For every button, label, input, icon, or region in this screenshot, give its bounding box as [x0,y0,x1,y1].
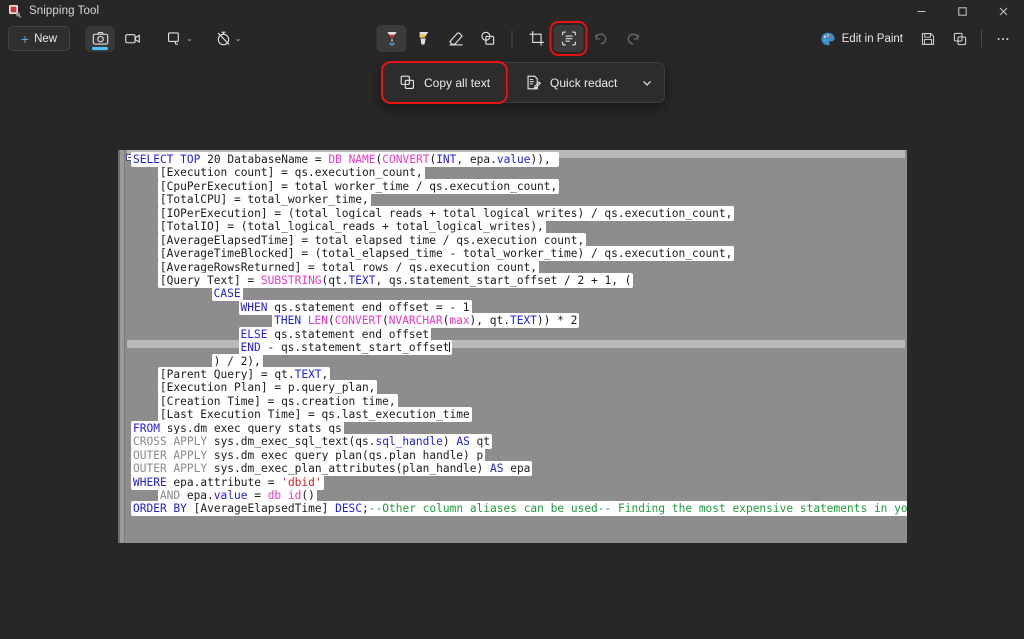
sql-code-block: SELECT TOP 20 DatabaseName = DB_NAME(CON… [118,152,907,517]
crop-button[interactable] [522,25,552,52]
right-separator [981,30,982,47]
code-line: SELECT TOP 20 DatabaseName = DB_NAME(CON… [118,152,907,167]
code-line-text: THEN LEN(CONVERT(NVARCHAR(max), qt.TEXT)… [272,313,580,329]
code-line: ORDER BY [AverageElapsedTime] DESC;--Oth… [118,501,907,517]
capture-mode-group [85,25,147,52]
code-line-text: [AverageTimeBlocked] = (total_elapsed_ti… [157,246,735,262]
snipped-image-canvas[interactable]: SELECT TOP 20 DatabaseName = DB_NAME(CON… [118,150,907,543]
code-line-text: END - qs.statement_start_offset [238,340,453,356]
chevron-down-icon [643,80,652,86]
command-bar-left: + New ⌄ ⌄ [0,25,247,52]
undo-button[interactable] [586,25,616,52]
text-actions-flyout: Copy all text Quick redact [380,61,666,104]
code-line: [Query Text] = SUBSTRING(qt.TEXT, qs.sta… [118,272,907,288]
save-button[interactable] [913,26,943,52]
snip-mode-dropdown[interactable]: ⌄ [160,26,198,52]
snipping-tool-window: Snipping Tool + New ⌄ ⌄ Edit in Paint Co… [0,0,1024,639]
code-line: [TotalIO] = (total_logical_reads + total… [118,219,907,235]
mode-selected-indicator [92,47,108,50]
code-line: ) / 2), [118,353,907,369]
eraser-button[interactable] [441,25,471,52]
mode-video-button[interactable] [117,26,147,52]
flyout-separator [507,71,509,94]
code-line: AND epa.value = db_id() [118,487,907,503]
code-line: [TotalCPU] = total_worker_time, [118,192,907,208]
code-line: [AverageTimeBlocked] = (total_elapsed_ti… [118,246,907,262]
plus-icon: + [20,30,30,47]
ballpoint-pen-button[interactable] [376,25,407,52]
copy-text-icon [400,75,415,90]
code-line: [Parent Query] = qt.TEXT, [118,367,907,382]
code-line: END - qs.statement_start_offset [118,340,907,356]
snipping-tool-icon [8,4,22,18]
code-line: WHEN qs.statement_end_offset = - 1 [118,299,907,315]
quick-redact-chevron-button[interactable] [634,66,660,99]
code-line: [CpuPerExecution] = total_worker_time / … [118,178,907,194]
copy-all-text-label: Copy all text [424,75,491,90]
code-line: [AverageRowsReturned] = total_rows / qs.… [118,259,907,275]
code-line-text: CROSS APPLY sys.dm_exec_sql_text(qs.sql_… [131,434,493,450]
ellipsis-icon [997,37,1009,40]
text-actions-button[interactable] [549,21,588,56]
save-disk-icon [921,32,935,45]
quick-redact-label: Quick redact [550,75,618,90]
redact-document-icon [527,75,542,90]
code-line: [Creation Time] = qs.creation_time, [118,393,907,409]
code-line: [IOPerExecution] = (total_logical_reads … [118,205,907,221]
new-snip-button[interactable]: + New [8,26,70,51]
delay-dropdown[interactable]: ⌄ [209,26,247,52]
copy-icon [953,32,967,45]
window-controls [901,0,1024,22]
code-line-text: CASE [211,286,243,302]
code-line: [Execution count] = qs.execution_count, [118,165,907,181]
quick-redact-menu-item[interactable]: Quick redact [512,66,630,99]
code-line-text: [TotalIO] = (total_logical_reads + total… [157,219,546,235]
code-line: OUTER APPLY sys.dm_exec_plan_attributes(… [118,461,907,477]
rectangle-snip-icon [167,32,179,45]
tool-separator [511,30,513,47]
command-bar-right: Edit in Paint [812,26,1018,52]
copy-button[interactable] [945,26,975,52]
code-line: CROSS APPLY sys.dm_exec_sql_text(qs.sql_… [118,434,907,450]
code-line: CASE [118,286,907,302]
code-line-text: OUTER APPLY sys.dm_exec_plan_attributes(… [131,461,533,477]
code-line-text: ORDER BY [AverageElapsedTime] DESC;--Oth… [131,501,907,517]
code-line: [Execution Plan] = p.query_plan, [118,380,907,396]
copy-all-text-menu-item[interactable]: Copy all text [380,61,509,104]
edit-in-paint-label: Edit in Paint [841,32,903,45]
minimize-button[interactable] [901,0,942,22]
mode-screenshot-button[interactable] [85,25,115,52]
title-bar-left: Snipping Tool [0,4,99,18]
chevron-down-icon: ⌄ [186,33,193,43]
new-snip-label: New [34,32,58,45]
code-line: [Last Execution Time] = qs.last_executio… [118,407,907,423]
timer-off-icon [217,31,230,46]
command-bar: + New ⌄ ⌄ Edit in Paint [0,21,1024,56]
code-line: FROM sys.dm_exec_query_stats qs [118,420,907,436]
redo-button[interactable] [618,25,648,52]
code-line: THEN LEN(CONVERT(NVARCHAR(max), qt.TEXT)… [118,313,907,329]
code-line: [AverageElapsedTime] = total_elapsed_tim… [118,232,907,248]
more-options-button[interactable] [988,26,1018,52]
code-line: WHERE epa.attribute = 'dbid' [118,474,907,490]
shapes-button[interactable] [473,25,503,52]
code-line: ELSE qs.statement_end_offset [118,326,907,342]
title-bar: Snipping Tool [0,0,1024,22]
maximize-button[interactable] [942,0,983,22]
edit-in-paint-button[interactable]: Edit in Paint [812,26,911,52]
window-title: Snipping Tool [29,5,100,17]
text-caret [449,342,451,353]
highlighter-button[interactable] [409,25,439,52]
chevron-down-icon: ⌄ [234,33,242,43]
code-line: OUTER APPLY sys.dm_exec_query_plan(qs.pl… [118,447,907,463]
annotation-tools [376,21,648,56]
paint-palette-icon [821,32,835,45]
close-button[interactable] [983,0,1024,22]
